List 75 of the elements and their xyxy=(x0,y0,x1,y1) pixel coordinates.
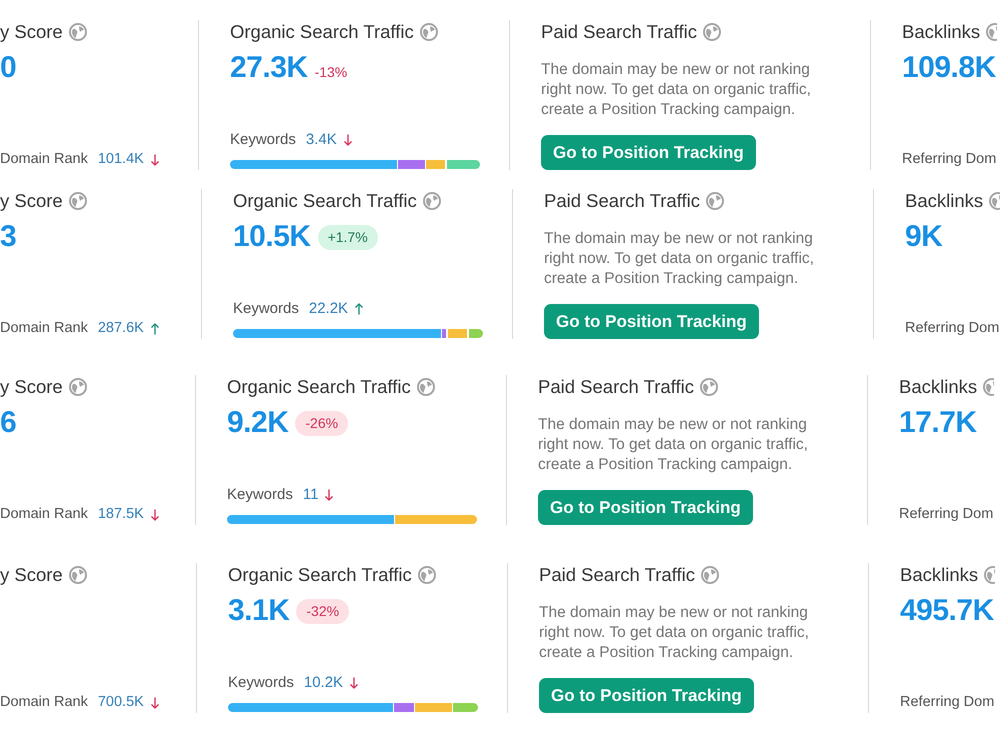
empty-state-message: The domain may be new or not ranking right now. To get data on organic traffic, create a Position Tracking campaign. xyxy=(538,415,809,475)
globe-icon xyxy=(702,23,721,41)
card-title: y Score xyxy=(0,563,63,587)
metric-label: Referring Dom xyxy=(899,505,994,524)
go-to-position-tracking-button[interactable]: Go to Position Tracking xyxy=(538,490,753,525)
metric-sub-value: 700.5K xyxy=(98,693,144,712)
card-title: Paid Search Traffic xyxy=(539,563,695,587)
metric-value: 17.7K xyxy=(899,405,977,441)
metric-label: Keywords xyxy=(227,484,293,505)
card-title: Backlinks xyxy=(900,563,978,587)
metric-label: Referring Dom xyxy=(905,319,1000,338)
change-badge: +1.7% xyxy=(318,224,378,250)
globe-icon xyxy=(986,23,998,41)
globe-icon xyxy=(984,566,996,584)
metric-sub-value: 10.2K xyxy=(304,672,344,693)
card-title: y Score xyxy=(0,20,63,44)
card-title: Paid Search Traffic xyxy=(541,20,697,44)
metric-label: Keywords xyxy=(233,298,299,319)
metric-label: Referring Dom xyxy=(902,150,996,170)
empty-state-message: The domain may be new or not ranking right now. To get data on organic traffic, create a Position Tracking campaign. xyxy=(541,60,812,120)
globe-icon xyxy=(68,378,87,396)
metric-label: Domain Rank xyxy=(0,150,88,170)
card-title: Backlinks xyxy=(905,189,984,213)
globe-icon xyxy=(420,23,438,41)
metric-value: 10.5K xyxy=(233,219,311,255)
globe-icon xyxy=(68,566,87,584)
metric-value: 9K xyxy=(905,219,942,255)
card-title: Organic Search Traffic xyxy=(230,20,414,44)
card-title: Backlinks xyxy=(899,375,978,399)
card-title: Organic Search Traffic xyxy=(227,375,411,399)
metric-sub-value: 22.2K xyxy=(308,298,348,319)
card-title: Paid Search Traffic xyxy=(544,189,700,213)
globe-icon xyxy=(989,192,1000,210)
metric-value: 9.2K xyxy=(227,405,288,441)
metric-sub-value: 287.6K xyxy=(98,319,144,338)
metric-value: 3 xyxy=(0,219,17,255)
metric-label: Referring Dom xyxy=(900,693,994,712)
globe-icon xyxy=(68,192,87,210)
metric-value: 109.8K xyxy=(902,50,996,86)
metric-sub-value: 101.4K xyxy=(98,150,144,170)
metric-label: Domain Rank xyxy=(0,319,88,338)
metric-value: 495.7K xyxy=(900,593,994,629)
card-title: Backlinks xyxy=(902,20,980,44)
card-title: Paid Search Traffic xyxy=(538,375,694,399)
globe-icon xyxy=(700,566,719,584)
metric-value: 6 xyxy=(0,405,17,441)
card-title: y Score xyxy=(0,189,63,213)
go-to-position-tracking-button[interactable]: Go to Position Tracking xyxy=(541,135,756,170)
globe-icon xyxy=(700,378,718,396)
metric-label: Domain Rank xyxy=(0,505,88,524)
change-text: -13% xyxy=(314,62,348,82)
metric-sub-value: 187.5K xyxy=(98,505,144,524)
globe-icon xyxy=(418,566,436,584)
metric-label: Keywords xyxy=(230,130,296,150)
globe-icon xyxy=(422,192,441,210)
metric-value: 0 xyxy=(0,50,17,86)
globe-icon xyxy=(68,23,87,41)
metric-sub-value: 3.4K xyxy=(306,130,337,150)
empty-state-message: The domain may be new or not ranking right now. To get data on organic traffic, create a Position Tracking campaign. xyxy=(539,603,810,663)
empty-state-message: The domain may be new or not ranking right now. To get data on organic traffic, create a Position Tracking campaign. xyxy=(544,229,815,289)
metric-value: 27.3K xyxy=(230,50,308,86)
card-title: Organic Search Traffic xyxy=(228,563,412,587)
go-to-position-tracking-button[interactable]: Go to Position Tracking xyxy=(544,304,759,339)
change-badge: -32% xyxy=(296,598,350,624)
globe-icon xyxy=(416,378,435,396)
metric-label: Domain Rank xyxy=(0,693,88,712)
change-badge: -26% xyxy=(295,410,348,436)
metric-label: Keywords xyxy=(228,672,294,693)
card-title: Organic Search Traffic xyxy=(233,189,417,213)
globe-icon xyxy=(706,192,724,210)
metric-value: 3.1K xyxy=(228,593,290,629)
metric-sub-value: 11 xyxy=(302,484,318,505)
card-title: y Score xyxy=(0,375,63,399)
go-to-position-tracking-button[interactable]: Go to Position Tracking xyxy=(539,678,754,713)
globe-icon xyxy=(983,378,994,396)
